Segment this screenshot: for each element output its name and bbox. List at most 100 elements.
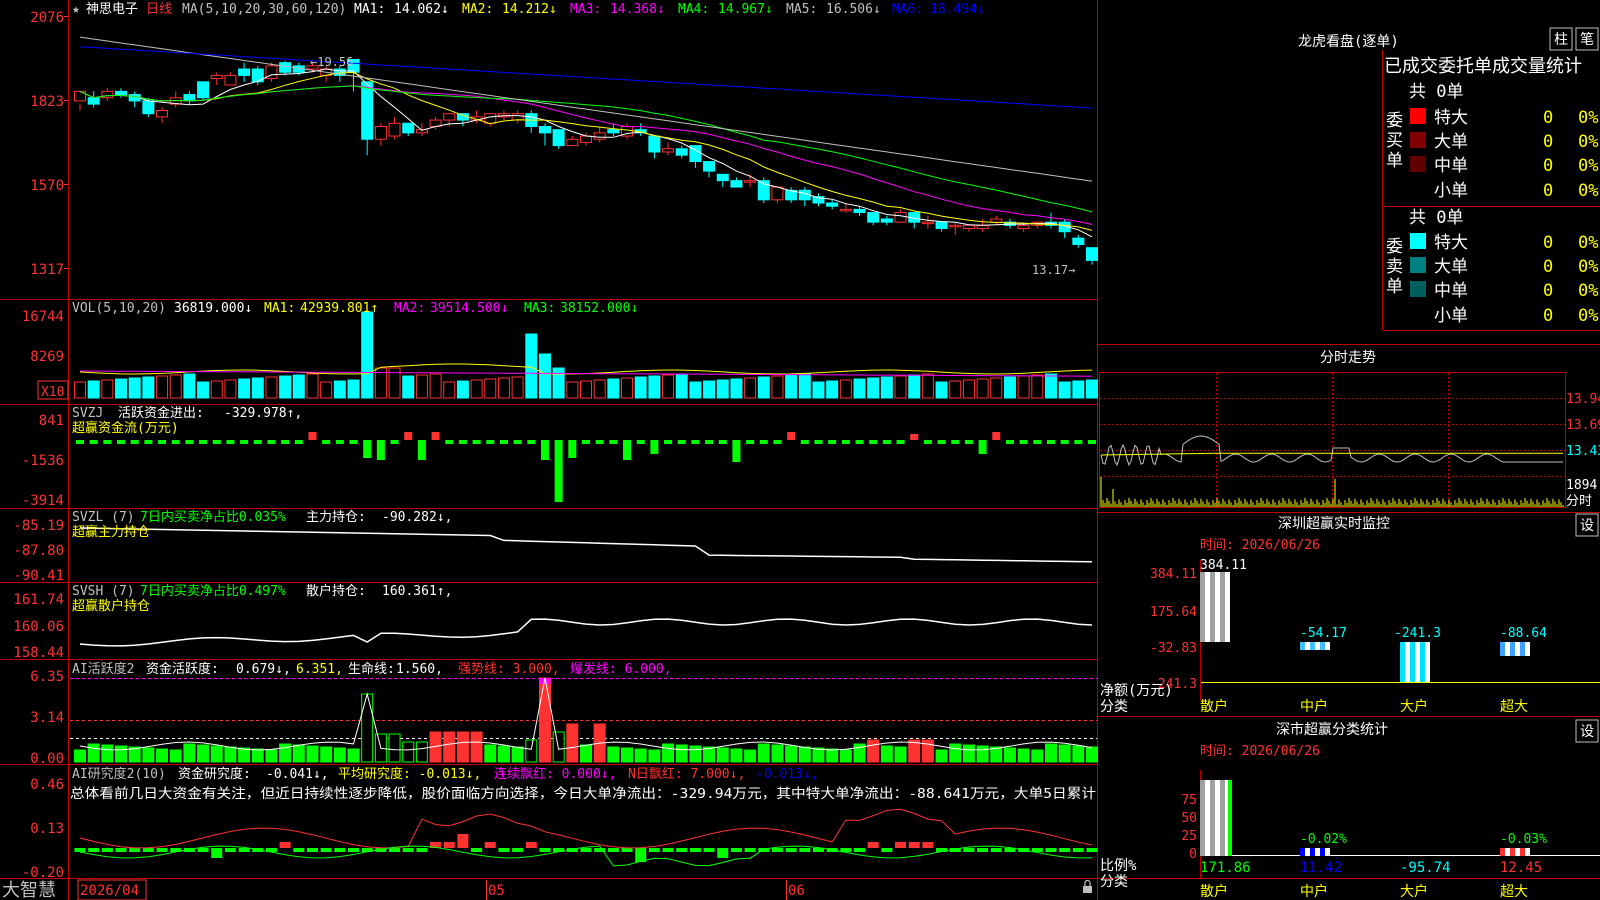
candle-body xyxy=(839,208,852,212)
bar-segment xyxy=(1215,780,1220,856)
candle-body xyxy=(443,113,456,121)
ma6-value: 18.494↓ xyxy=(930,2,985,17)
ai-research-bar xyxy=(142,848,154,852)
tab-bar-label[interactable]: 柱 xyxy=(1554,32,1568,48)
ai-activity-bar xyxy=(470,731,483,763)
svzj-bar xyxy=(540,440,549,460)
sz-bars: 384.11 -54.17 -241.3 -88.64 xyxy=(1200,558,1547,682)
ai1-burst: 爆发线: 6.000, xyxy=(570,661,672,677)
candle-body xyxy=(867,212,880,223)
bar-segment xyxy=(1320,848,1325,856)
svzj-bar xyxy=(335,440,344,444)
volume-bar xyxy=(306,373,319,399)
ai-activity-bar xyxy=(224,746,237,763)
cls-y2: 分类 xyxy=(1100,874,1128,890)
svzj-bar xyxy=(691,440,700,444)
footer: 大智慧 2026/04 05 06 xyxy=(2,879,1092,900)
sz-tick: 175.64 xyxy=(1150,605,1197,620)
sell-side-char: 单 xyxy=(1386,277,1403,297)
volume-bar xyxy=(87,380,100,399)
ma4-line xyxy=(79,85,1093,213)
volume-bar xyxy=(607,378,620,399)
svzj-title: SVZJ xyxy=(72,406,103,421)
stock-name: 神思电子 xyxy=(86,2,138,17)
svzl-line xyxy=(79,527,1093,563)
bar-segment xyxy=(1420,642,1425,682)
ai-activity-bar xyxy=(826,748,839,763)
volume-bar xyxy=(880,376,893,399)
buy-count: 共 0单 xyxy=(1409,82,1463,102)
bar-segment xyxy=(1510,642,1515,656)
ai-activity-bar xyxy=(689,745,702,763)
volume-bar xyxy=(689,381,702,399)
legend-swatch xyxy=(1410,156,1426,172)
sell-row-pct: 0% xyxy=(1578,257,1598,277)
sell-row-value: 0 xyxy=(1543,257,1553,277)
cls-time: 时间: 2026/06/26 xyxy=(1200,744,1320,759)
buy-side-char: 买 xyxy=(1386,131,1403,151)
volume-bar xyxy=(771,375,784,399)
bar-segment xyxy=(1210,572,1215,642)
date-label: 05 xyxy=(488,883,505,899)
cls-value: 12.45 xyxy=(1500,860,1542,876)
bar-segment xyxy=(1515,642,1520,656)
svzj-bar xyxy=(923,440,932,444)
ai-activity-bar xyxy=(183,743,196,763)
ai-research-bar xyxy=(676,848,688,852)
buy-row-name: 大单 xyxy=(1434,132,1468,152)
svzj-bar xyxy=(882,440,891,444)
ai-research-bar xyxy=(443,842,455,848)
bar-segment xyxy=(1315,848,1320,856)
volume-bar xyxy=(853,378,866,399)
tab-tick-label[interactable]: 笔 xyxy=(1580,32,1594,48)
ai-activity-bar xyxy=(347,748,360,763)
volume-bar xyxy=(621,377,634,399)
candle-body xyxy=(238,68,251,76)
ai-activity-bar xyxy=(744,749,757,763)
cls-cat: 中户 xyxy=(1300,883,1328,900)
volume-bar xyxy=(320,381,333,399)
svzj-bar xyxy=(732,440,741,462)
svzl-subtitle: 超赢主力持仓 xyxy=(72,524,150,540)
candle-body xyxy=(552,129,565,147)
cls-settings-label[interactable]: 设 xyxy=(1580,724,1594,740)
candle-body xyxy=(675,148,688,156)
bar-segment xyxy=(1205,780,1210,856)
bar-segment xyxy=(1515,848,1520,856)
stock-terminal: 2076 1823 1570 1317 ←19.56 13.17→ ★ 神思电子… xyxy=(0,0,1600,900)
bar-segment xyxy=(1220,572,1225,642)
ai-activity-bar xyxy=(1017,748,1030,763)
candle-body xyxy=(962,224,975,230)
bar-segment xyxy=(1525,642,1530,656)
buy-row-name: 特大 xyxy=(1434,108,1468,128)
bar-segment xyxy=(1300,848,1305,856)
ai-activity-bar xyxy=(484,744,497,763)
svzl-title: SVZL (7) xyxy=(72,510,135,525)
stats-header: 已成交委托单成交量统计 xyxy=(1384,56,1582,77)
volume-bars xyxy=(74,311,1098,399)
high-marker: ←19.56 xyxy=(310,55,353,69)
ai-activity-bar xyxy=(333,747,346,763)
ai-activity-bar xyxy=(675,744,688,763)
volume-bar xyxy=(826,380,839,399)
ai-activity-bar xyxy=(525,739,538,763)
ma4-label: MA4: xyxy=(678,2,709,17)
ai-research-bar xyxy=(457,834,469,848)
ai2-tick: 0.13 xyxy=(30,821,64,837)
svzj-bar xyxy=(1074,440,1083,444)
sz-settings-label[interactable]: 设 xyxy=(1580,518,1594,534)
sz-value: -88.64 xyxy=(1500,626,1547,641)
svzj-bar xyxy=(390,440,399,444)
volume-bar xyxy=(1072,380,1085,399)
ai-research-bar xyxy=(908,842,920,848)
tab-bar-mode[interactable]: 柱 笔 xyxy=(1549,27,1599,51)
svzj-bar xyxy=(212,440,221,444)
bar-segment xyxy=(1500,642,1505,656)
ma-params: MA(5,10,20,30,60,120) xyxy=(182,2,346,17)
volume-bar xyxy=(675,373,688,399)
lock-icon[interactable] xyxy=(1083,879,1092,894)
ai-activity-bar xyxy=(361,693,374,763)
ai-activity-bar xyxy=(402,741,415,763)
ai-research-bar xyxy=(279,842,291,848)
ai-research-bar xyxy=(306,848,318,852)
